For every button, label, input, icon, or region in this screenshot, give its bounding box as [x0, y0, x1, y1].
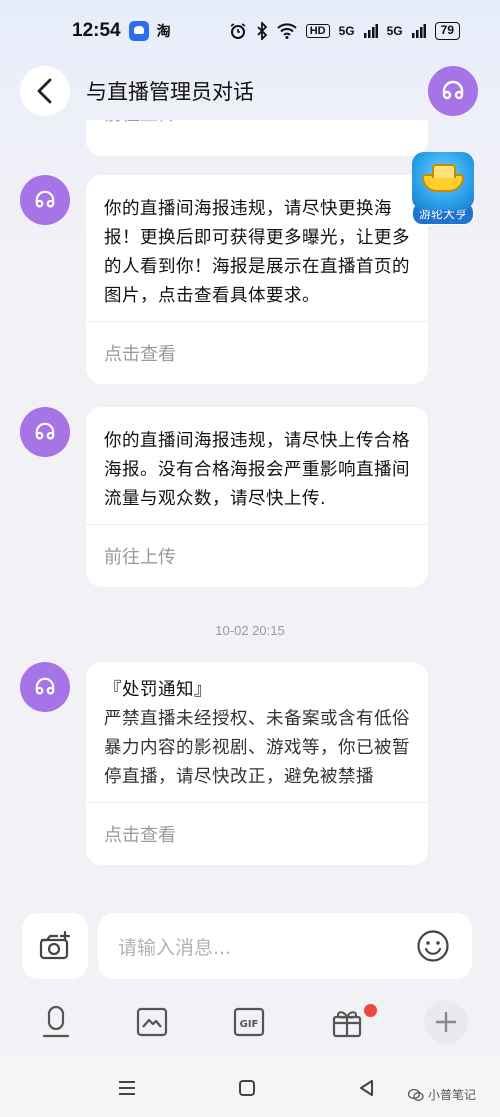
signal-bars-icon-2	[411, 24, 426, 38]
image-button[interactable]	[132, 1002, 172, 1042]
message-list[interactable]: 前往上传 你的直播间海报违规，请尽快更换海报！更换后即可获得更多曝光，让更多的人…	[0, 120, 500, 905]
home-square-icon	[239, 1080, 255, 1096]
notice-title: 『处罚通知』	[104, 680, 212, 700]
message-input[interactable]: 请输入消息...	[98, 913, 472, 979]
back-button[interactable]	[20, 66, 70, 116]
chat-header: 与直播管理员对话	[0, 62, 500, 120]
message-card: 你的直播间海报违规，请尽快更换海报！更换后即可获得更多曝光，让更多的人看到你！海…	[86, 175, 428, 384]
input-toolbar: GIF	[0, 990, 500, 1054]
view-details-link[interactable]: 点击查看	[86, 322, 428, 384]
message-card: 『处罚通知』 严禁直播未经授权、未备案或含有低俗暴力内容的影视剧、游戏等，你已被…	[86, 662, 428, 865]
message-input-placeholder: 请输入消息...	[118, 936, 232, 959]
nav-home-button[interactable]	[232, 1075, 262, 1101]
microphone-icon	[42, 1005, 70, 1038]
gift-button[interactable]	[327, 1002, 367, 1042]
app-notification-icon	[128, 21, 149, 41]
watermark: 小普笔记	[408, 1086, 476, 1103]
alarm-icon	[230, 23, 246, 39]
camera-icon	[39, 931, 71, 960]
message-text: 你的直播间海报违规，请尽快更换海报！更换后即可获得更多曝光，让更多的人看到你！海…	[104, 199, 410, 306]
upload-link[interactable]: 前往上传	[86, 525, 428, 587]
bluetooth-icon	[257, 22, 267, 40]
headset-icon	[35, 190, 55, 208]
composer: 请输入消息...	[0, 905, 500, 985]
admin-avatar[interactable]	[20, 662, 70, 712]
voice-button[interactable]	[36, 1002, 76, 1042]
signal-5g-icon-2: 5G	[386, 24, 403, 38]
gift-icon	[332, 1011, 362, 1038]
more-button[interactable]	[424, 1000, 468, 1044]
plus-icon	[435, 1011, 457, 1033]
emoji-icon[interactable]	[416, 929, 450, 963]
hd-badge: HD	[305, 24, 330, 38]
signal-bars-icon	[363, 24, 378, 38]
headset-icon	[35, 422, 55, 440]
admin-avatar[interactable]	[20, 407, 70, 457]
view-details-link[interactable]: 点击查看	[86, 803, 428, 865]
headset-icon	[442, 80, 464, 100]
message-text: 你的直播间海报违规，请尽快上传合格海报。没有合格海报会严重影响直播间流量与观众数…	[104, 431, 410, 509]
system-nav-bar: 小普笔记	[0, 1057, 500, 1117]
message-text: 严禁直播未经授权、未备案或含有低俗暴力内容的影视剧、游戏等，你已被暂停直播，请尽…	[104, 709, 410, 787]
menu-icon	[119, 1081, 135, 1095]
status-bar: 12:54 淘 HD 5G 5G 79	[0, 0, 500, 62]
watermark-text: 小普笔记	[428, 1088, 477, 1102]
status-time: 12:54	[72, 20, 121, 41]
battery-icon: 79	[434, 22, 460, 40]
taobao-notification-icon: 淘	[156, 23, 171, 39]
message-timestamp: 10-02 20:15	[215, 623, 285, 638]
yacht-game-icon	[412, 152, 474, 210]
customer-service-button[interactable]	[428, 66, 478, 116]
gif-icon: GIF	[233, 1007, 265, 1037]
back-triangle-icon	[360, 1080, 373, 1096]
nav-menu-button[interactable]	[112, 1075, 142, 1101]
camera-button[interactable]	[22, 913, 88, 979]
floating-game-widget[interactable]: 游轮大亨	[408, 152, 478, 226]
admin-avatar[interactable]	[20, 175, 70, 225]
image-icon	[136, 1007, 168, 1037]
notification-dot	[364, 1004, 377, 1017]
message-content: 『处罚通知』 严禁直播未经授权、未备案或含有低俗暴力内容的影视剧、游戏等，你已被…	[86, 662, 428, 802]
signal-5g-icon: 5G	[338, 24, 355, 38]
wechat-icon	[408, 1088, 424, 1101]
nav-back-button[interactable]	[352, 1075, 382, 1101]
headset-icon	[35, 677, 55, 695]
svg-text:GIF: GIF	[240, 1019, 259, 1030]
message-card: 你的直播间海报违规，请尽快上传合格海报。没有合格海报会严重影响直播间流量与观众数…	[86, 407, 428, 587]
upload-link[interactable]: 前往上传	[86, 120, 428, 142]
message-card: 前往上传	[86, 120, 428, 156]
chevron-left-icon	[37, 78, 52, 104]
page-title: 与直播管理员对话	[86, 80, 254, 104]
wifi-icon	[277, 23, 297, 39]
gif-button[interactable]: GIF	[229, 1002, 269, 1042]
